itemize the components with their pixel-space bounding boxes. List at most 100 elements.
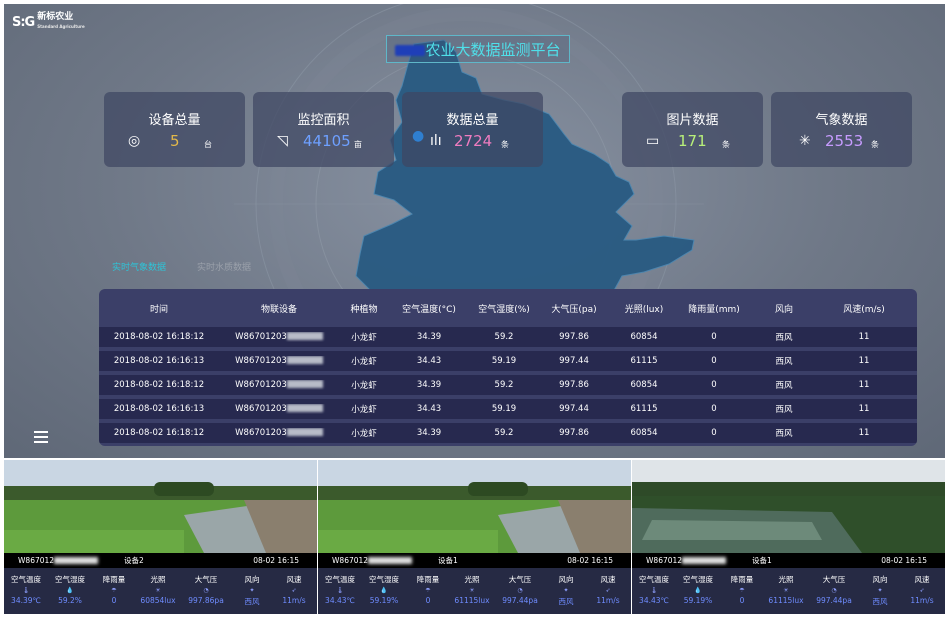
- camera-metrics: 空气温度 🌡 34.43℃ 空气湿度 💧 59.19% 降雨量 ☂ 0 光照 ☀ 61115lu…: [632, 568, 945, 614]
- logo: S:G 新标农业 Standard Agriculture: [12, 12, 85, 32]
- stat-unit: 条: [501, 140, 509, 149]
- table-cell: 11: [858, 428, 870, 438]
- metric-wind-direction: 风向 ✦ 西风: [544, 568, 588, 607]
- table-cell: 0: [711, 380, 717, 390]
- table-cell: 小龙虾: [351, 429, 377, 439]
- stat-label: 监控面积: [297, 113, 350, 128]
- redacted-name: [395, 45, 426, 56]
- column-header: 降雨量(mm): [688, 304, 740, 315]
- table-cell: 2018-08-02 16:16:13: [113, 404, 205, 414]
- table-cell: W86701203: [219, 428, 339, 438]
- redacted-id: [286, 428, 323, 436]
- camera-panel-3[interactable]: W867012 设备1 08-02 16:15 空气温度 🌡 34.43℃ 空气湿度…: [632, 460, 945, 614]
- stat-label: 设备总量: [148, 113, 201, 128]
- table-row[interactable]: 2018-08-02 16:18:12 W86701203 小龙虾 34.39 59.2…: [99, 423, 917, 443]
- camera-caption: W867012 设备2 08-02 16:15: [4, 553, 317, 568]
- metric-air-temp: 空气温度 🌡 34.43℃: [632, 568, 676, 605]
- field-photo[interactable]: [4, 460, 317, 553]
- table-row[interactable]: 2018-08-02 16:18:12 W86701203 小龙虾 34.39 59.2…: [99, 327, 917, 347]
- column-header: 风速(m/s): [843, 304, 885, 315]
- field-photo[interactable]: [318, 460, 631, 553]
- device-id: W867012: [18, 553, 99, 568]
- table-cell: 59.19: [491, 404, 517, 414]
- stat-card-images[interactable]: 图片数据 ▭ 171 条: [622, 92, 763, 167]
- droplet-icon: 💧: [66, 587, 74, 594]
- compass-icon: ✦: [249, 587, 255, 594]
- wind-icon: ➶: [919, 587, 925, 594]
- logo-name: 新标农业: [37, 12, 74, 22]
- camera-panel-1[interactable]: W867012 设备2 08-02 16:15 空气温度 🌡 34.39℃ 空气湿度…: [4, 460, 317, 614]
- table-row[interactable]: 2018-08-02 16:18:12 W86701203 小龙虾 34.39 59.2…: [99, 375, 917, 395]
- table-cell: 34.39: [416, 380, 442, 390]
- compass-icon: ✦: [563, 587, 569, 594]
- page-title: 农业大数据监测平台: [382, 39, 574, 60]
- table-cell: 60854: [630, 428, 658, 438]
- metric-pressure: 大气压 ◔ 997.44pa: [498, 568, 542, 605]
- table-cell: 0: [711, 404, 717, 414]
- table-cell: 0: [711, 356, 717, 366]
- table-cell: 2018-08-02 16:18:12: [113, 428, 205, 438]
- table-cell: 小龙虾: [351, 357, 377, 367]
- camera-caption: W867012 设备1 08-02 16:15: [318, 553, 631, 568]
- camera-metrics: 空气温度 🌡 34.43℃ 空气湿度 💧 59.19% 降雨量 ☂ 0 光照 ☀ 61115lu…: [318, 568, 631, 614]
- table-cell: 997.86: [559, 428, 589, 438]
- table-cell: 34.43: [416, 356, 442, 366]
- stat-card-weather[interactable]: 气象数据 ✳ 2553 条: [771, 92, 912, 167]
- gauge-icon: ◔: [831, 587, 837, 594]
- metric-air-humidity: 空气湿度 💧 59.2%: [48, 568, 92, 605]
- metric-wind-direction: 风向 ✦ 西风: [858, 568, 902, 607]
- metric-pressure: 大气压 ◔ 997.44pa: [812, 568, 856, 605]
- stat-card-devices[interactable]: 设备总量 ◎ 5 台: [104, 92, 245, 167]
- table-cell: 61115: [630, 356, 658, 366]
- table-cell: 59.2: [494, 428, 514, 438]
- capture-time: 08-02 16:15: [567, 556, 613, 565]
- table-cell: 0: [711, 428, 717, 438]
- weather-icon: ✳: [799, 133, 811, 149]
- column-header: 种植物: [350, 304, 378, 315]
- table-cell: 2018-08-02 16:18:12: [113, 332, 205, 342]
- metric-wind-speed: 风速 ➶ 11m/s: [900, 568, 944, 605]
- table-row[interactable]: 2018-08-02 16:16:13 W86701203 小龙虾 34.43 59.1…: [99, 351, 917, 371]
- thermometer-icon: 🌡: [336, 587, 344, 594]
- column-header: 时间: [149, 304, 168, 315]
- metric-air-humidity: 空气湿度 💧 59.19%: [362, 568, 406, 605]
- metric-wind-speed: 风速 ➶ 11m/s: [586, 568, 630, 605]
- metric-wind-direction: 风向 ✦ 西风: [230, 568, 274, 607]
- gauge-icon: ◔: [517, 587, 523, 594]
- device-id: W867012: [646, 553, 727, 568]
- metric-pressure: 大气压 ◔ 997.86pa: [184, 568, 228, 605]
- table-cell: 34.43: [416, 404, 442, 414]
- table-cell: 西风: [775, 357, 793, 367]
- tab-weather-data[interactable]: 实时气象数据: [112, 260, 166, 273]
- table-cell: W86701203: [219, 380, 339, 390]
- stat-card-area[interactable]: 监控面积 ◹ 44105 亩: [253, 92, 394, 167]
- stat-unit: 条: [722, 140, 730, 149]
- table-cell: 997.44: [559, 356, 589, 366]
- redacted-id: [286, 332, 323, 340]
- stat-card-data[interactable]: 数据总量 ● ılı 2724 条: [402, 92, 543, 167]
- stat-value: 2553: [825, 132, 864, 150]
- table-cell: 2018-08-02 16:16:13: [113, 356, 205, 366]
- table-cell: 59.2: [494, 332, 514, 342]
- table-cell: 34.39: [416, 332, 442, 342]
- stat-value: 171: [678, 132, 707, 150]
- device-name: 设备1: [438, 556, 458, 565]
- table-row[interactable]: 2018-08-02 16:16:13 W86701203 小龙虾 34.43 59.1…: [99, 399, 917, 419]
- rain-icon: ☂: [111, 587, 117, 594]
- thermometer-icon: 🌡: [650, 587, 658, 594]
- table-cell: 西风: [775, 333, 793, 343]
- tab-water-data[interactable]: 实时水质数据: [197, 260, 251, 273]
- bar-chart-icon: ılı: [430, 133, 442, 149]
- camera-panel-2[interactable]: W867012 设备1 08-02 16:15 空气温度 🌡 34.43℃ 空气湿度…: [318, 460, 631, 614]
- logo-text: 新标农业 Standard Agriculture: [37, 12, 84, 32]
- table-cell: 小龙虾: [351, 333, 377, 343]
- rain-icon: ☂: [425, 587, 431, 594]
- table-header: 时间 物联设备 种植物 空气温度(°C) 空气湿度(%) 大气压(pa) 光照(…: [99, 289, 917, 327]
- table-cell: 59.2: [494, 380, 514, 390]
- table-cell: 小龙虾: [351, 381, 377, 391]
- menu-icon[interactable]: [34, 431, 48, 443]
- table-cell: W86701203: [219, 332, 339, 342]
- field-photo[interactable]: [632, 460, 945, 553]
- table-cell: 11: [858, 332, 870, 342]
- table-cell: 34.39: [416, 428, 442, 438]
